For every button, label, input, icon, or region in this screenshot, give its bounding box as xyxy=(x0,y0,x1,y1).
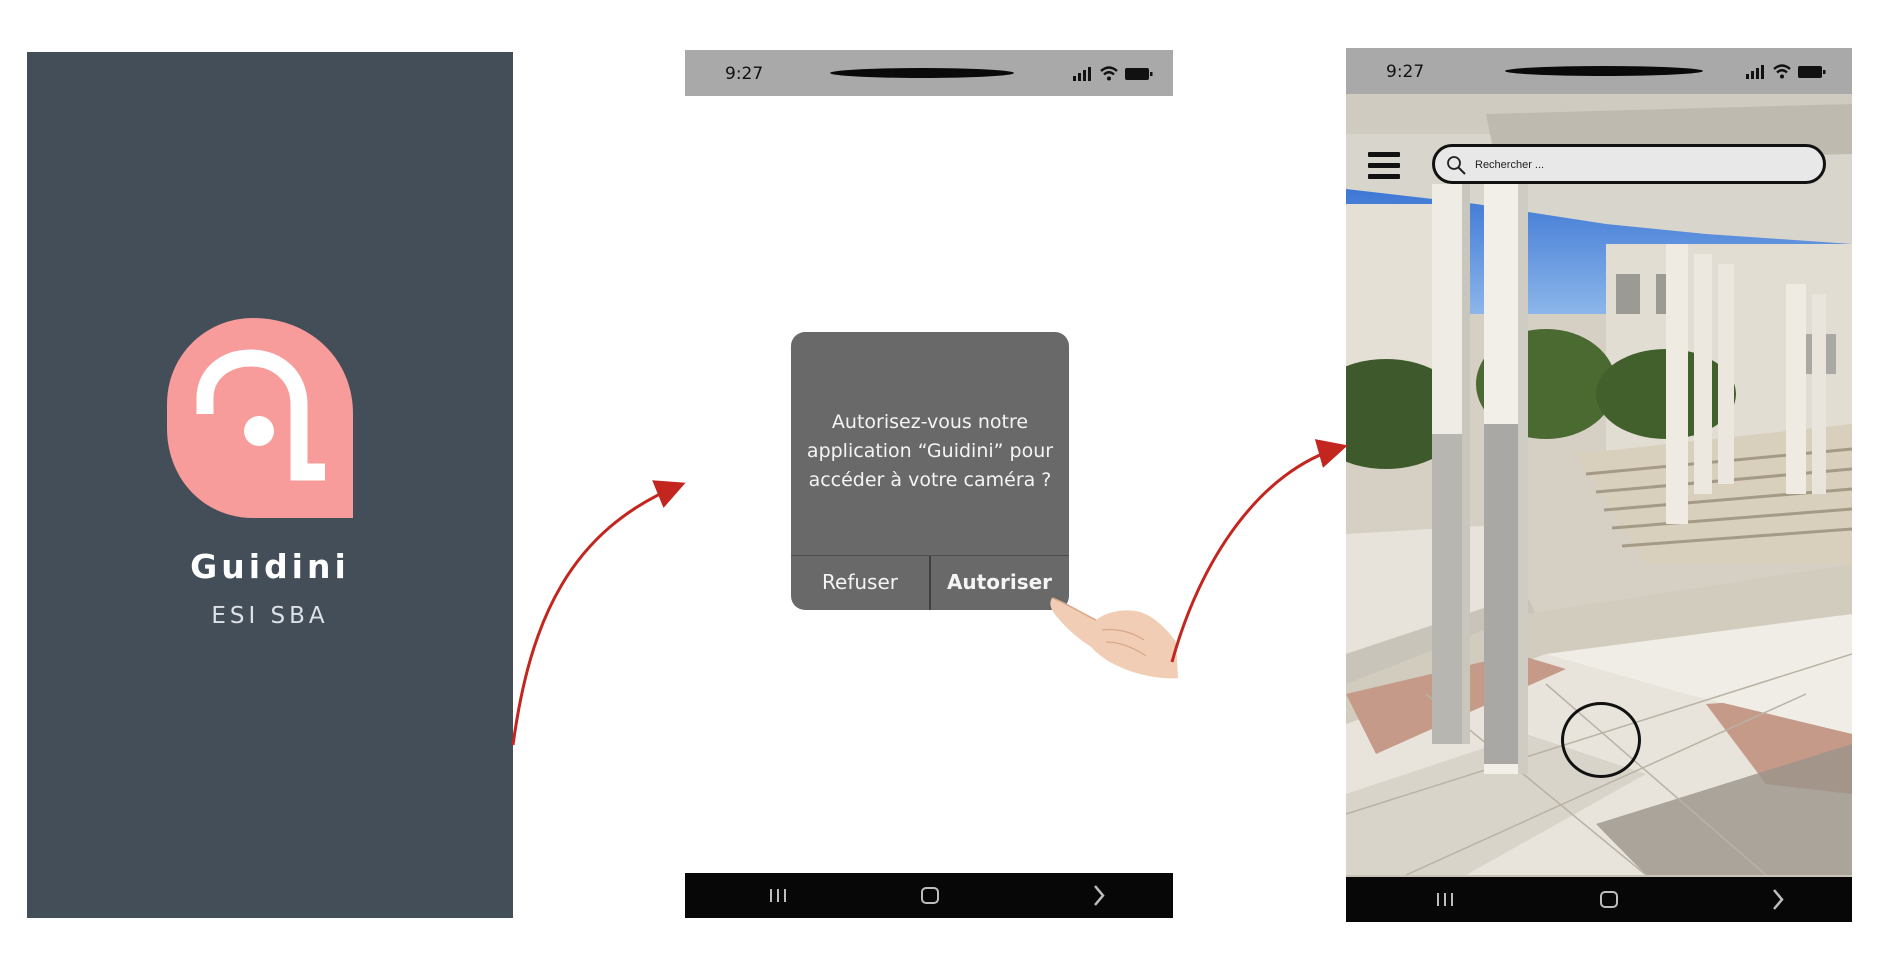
recent-apps-icon[interactable] xyxy=(1434,877,1456,922)
back-chevron-icon[interactable] xyxy=(1089,873,1109,918)
signal-icon xyxy=(1746,65,1764,79)
camera-screen: 9:27 xyxy=(1346,48,1852,922)
search-icon xyxy=(1447,156,1466,175)
splash-screen: Guidini ESI SBA xyxy=(27,52,513,918)
dialog-buttons: Refuser Autoriser xyxy=(791,555,1069,610)
wifi-icon xyxy=(1100,66,1118,81)
android-nav-bar xyxy=(685,873,1173,918)
permission-screen: 9:27 Autorisez-vous notre application “G… xyxy=(685,50,1173,918)
camera-notch xyxy=(830,68,1014,78)
status-icons xyxy=(1073,66,1153,81)
back-chevron-icon[interactable] xyxy=(1768,877,1788,922)
guidini-logo xyxy=(167,318,353,518)
app-subtitle: ESI SBA xyxy=(211,603,329,629)
capture-circle-icon[interactable] xyxy=(1561,702,1641,778)
search-input[interactable] xyxy=(1473,153,1807,177)
deny-button[interactable]: Refuser xyxy=(791,556,929,610)
status-icons xyxy=(1746,64,1826,79)
battery-icon xyxy=(1798,66,1826,78)
android-nav-bar xyxy=(1346,877,1852,922)
search-bar[interactable] xyxy=(1432,144,1826,184)
wifi-icon xyxy=(1773,64,1791,79)
status-bar: 9:27 xyxy=(685,50,1173,96)
hand-pointer-icon xyxy=(1050,597,1178,679)
signal-icon xyxy=(1073,67,1091,81)
permission-message: Autorisez-vous notre application “Guidin… xyxy=(806,411,1054,491)
allow-button[interactable]: Autoriser xyxy=(930,556,1069,610)
flow-arrow-permission-to-camera xyxy=(1170,439,1348,663)
hamburger-menu-icon[interactable] xyxy=(1368,152,1400,180)
battery-icon xyxy=(1125,68,1153,80)
home-icon[interactable] xyxy=(919,873,941,918)
app-name: Guidini xyxy=(190,547,350,586)
flow-arrow-splash-to-permission xyxy=(511,480,686,746)
camera-permission-dialog: Autorisez-vous notre application “Guidin… xyxy=(791,332,1069,610)
status-time: 9:27 xyxy=(1386,62,1425,82)
recent-apps-icon[interactable] xyxy=(767,873,789,918)
camera-notch xyxy=(1505,66,1703,76)
home-icon[interactable] xyxy=(1598,877,1620,922)
status-bar: 9:27 xyxy=(1346,48,1852,94)
status-time: 9:27 xyxy=(725,64,764,84)
